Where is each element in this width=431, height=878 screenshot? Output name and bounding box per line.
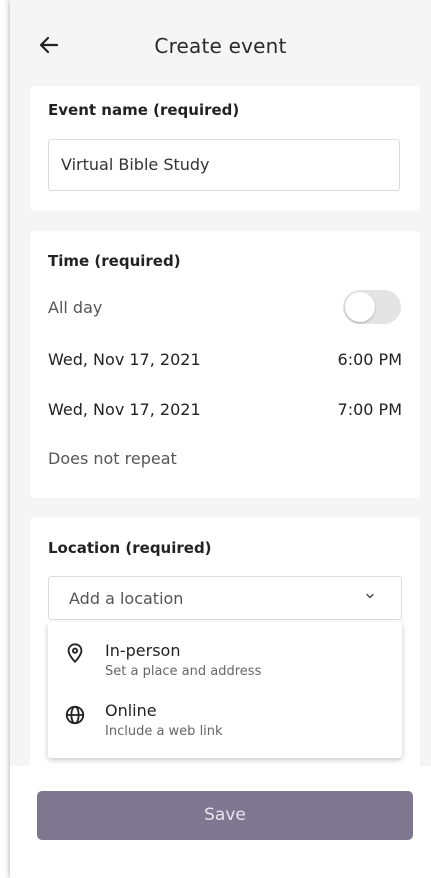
event-name-card: Event name (required) Virtual Bible Stud… [30, 86, 420, 211]
location-option-online[interactable]: Online Include a web link [48, 694, 402, 758]
top-app-bar: Create event [10, 0, 431, 86]
event-name-label: Event name (required) [48, 101, 240, 119]
time-label: Time (required) [48, 252, 181, 270]
start-date[interactable]: Wed, Nov 17, 2021 [48, 350, 201, 369]
location-placeholder: Add a location [69, 589, 184, 608]
option-title: Online [105, 701, 157, 720]
chevron-down-icon [366, 593, 374, 599]
start-time[interactable]: 6:00 PM [338, 350, 402, 369]
all-day-label: All day [48, 298, 103, 317]
globe-icon [65, 705, 85, 725]
save-button[interactable]: Save [37, 791, 413, 840]
event-name-input[interactable]: Virtual Bible Study [48, 139, 400, 191]
option-subtitle: Include a web link [105, 724, 223, 739]
map-pin-icon [67, 643, 83, 664]
page-title: Create event [154, 34, 287, 58]
option-subtitle: Set a place and address [105, 664, 262, 679]
option-title: In-person [105, 641, 181, 660]
time-card: Time (required) All day Wed, Nov 17, 202… [30, 231, 420, 498]
toggle-knob [345, 292, 375, 322]
location-label: Location (required) [48, 539, 212, 557]
all-day-toggle[interactable] [343, 290, 401, 324]
location-dropdown-menu: In-person Set a place and address Online… [48, 622, 402, 758]
repeat-selector[interactable]: Does not repeat [48, 449, 177, 468]
end-date[interactable]: Wed, Nov 17, 2021 [48, 400, 201, 419]
end-time[interactable]: 7:00 PM [338, 400, 402, 419]
location-select[interactable]: Add a location [48, 576, 402, 620]
location-option-in-person[interactable]: In-person Set a place and address [48, 626, 402, 690]
